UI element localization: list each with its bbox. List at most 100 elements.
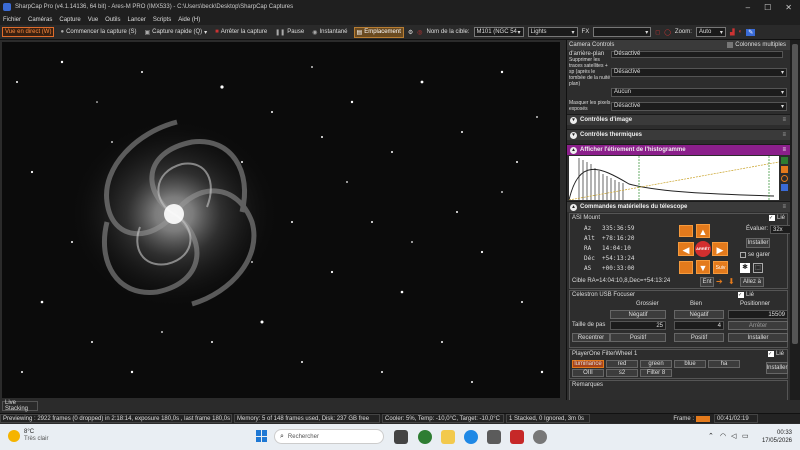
- menu-scripts[interactable]: Scripts: [153, 17, 171, 23]
- mask-select[interactable]: Désactivé ▾: [611, 101, 787, 111]
- pin-icon[interactable]: ✎: [746, 28, 756, 36]
- zoom-select[interactable]: Auto ▾: [695, 27, 726, 37]
- remarks-box[interactable]: Remarques: [569, 380, 788, 400]
- circle-icon[interactable]: ◯: [664, 29, 671, 36]
- stop-capture-button[interactable]: ■ Arrêter la capture: [213, 28, 269, 36]
- target-center-icon[interactable]: [679, 261, 693, 274]
- xbox-icon[interactable]: [418, 430, 432, 444]
- image-controls-header[interactable]: ▾ Contrôles d'image ≡: [567, 114, 790, 125]
- hamburger-icon[interactable]: ≡: [782, 204, 786, 210]
- snapshot-button[interactable]: ◉ Instantané: [310, 28, 349, 37]
- south-button[interactable]: ▼: [696, 260, 710, 274]
- scrollbar-thumb[interactable]: [792, 44, 798, 344]
- menu-view[interactable]: Vue: [88, 17, 98, 23]
- live-stacking-tab[interactable]: Live Stacking: [2, 400, 38, 412]
- start-capture-button[interactable]: ● Commencer la capture (S): [58, 28, 138, 36]
- filter-s2-button[interactable]: s2: [606, 369, 638, 377]
- placement-button[interactable]: ▤ Emplacement: [353, 26, 404, 38]
- clock[interactable]: 00:33 17/05/2026: [752, 429, 792, 445]
- telescope-header[interactable]: ▴ Commandes matérielles du télescope ≡: [567, 201, 790, 212]
- filter-8-button[interactable]: Filter 8: [640, 369, 672, 377]
- hamburger-icon[interactable]: ≡: [782, 147, 786, 153]
- task-view-icon[interactable]: [394, 430, 408, 444]
- mount-install-button[interactable]: Installer: [746, 238, 770, 248]
- menu-capture[interactable]: Capture: [59, 17, 80, 23]
- frame-type-select[interactable]: Lights ▾: [527, 27, 578, 37]
- arrow-right-icon[interactable]: ➔: [716, 277, 723, 286]
- app-icon-red[interactable]: [510, 430, 524, 444]
- spiral-icon[interactable]: [679, 225, 693, 237]
- menu-cameras[interactable]: Caméras: [28, 17, 52, 23]
- park-checkbox[interactable]: se garer: [740, 252, 770, 258]
- sync-icon[interactable]: ⬚: [753, 263, 763, 273]
- fine-negative-button[interactable]: Négatif: [674, 310, 724, 319]
- settings-icon[interactable]: ⚙: [408, 29, 413, 36]
- east-button[interactable]: ▶: [712, 242, 728, 256]
- satellite-select[interactable]: Désactivé ▾: [611, 67, 787, 77]
- filter-red-button[interactable]: red: [606, 360, 638, 368]
- goto-button[interactable]: Allez à: [740, 277, 764, 287]
- reset-icon[interactable]: [781, 157, 788, 164]
- histogram-header[interactable]: ▴ Afficher l'étirement de l'histogramme ≡: [567, 144, 790, 155]
- arrow-down-icon[interactable]: ⬇: [728, 277, 735, 286]
- color-icon[interactable]: ◐: [739, 29, 743, 35]
- reticle-icon[interactable]: ◻: [655, 29, 660, 36]
- fine-positive-button[interactable]: Positif: [674, 333, 724, 342]
- file-explorer-icon[interactable]: [441, 430, 455, 444]
- focuser-linked-checkbox[interactable]: ✓ Lié: [738, 292, 754, 298]
- enter-button[interactable]: Ent: [700, 277, 714, 287]
- star-icon[interactable]: ✱: [740, 263, 750, 273]
- coarse-step-input[interactable]: 25: [610, 321, 666, 330]
- volume-icon[interactable]: ◁: [731, 432, 736, 440]
- minimize-button[interactable]: –: [746, 3, 750, 12]
- fine-step-input[interactable]: 4: [674, 321, 724, 330]
- filter-oiii-button[interactable]: OIII: [572, 369, 604, 377]
- maximize-button[interactable]: ☐: [764, 3, 771, 12]
- follow-button[interactable]: Suiv: [713, 261, 728, 274]
- fx-select[interactable]: ▾: [593, 27, 652, 37]
- histogram-area[interactable]: [567, 155, 790, 201]
- close-button[interactable]: ✕: [785, 3, 792, 12]
- speed-select[interactable]: 32x: [770, 225, 790, 234]
- filter-green-button[interactable]: green: [640, 360, 672, 368]
- target-name-input[interactable]: M101 (NGC 54 ▾: [473, 27, 524, 37]
- menu-file[interactable]: Fichier: [3, 17, 21, 23]
- multi-columns-toggle[interactable]: Colonnes multiples: [727, 42, 786, 48]
- filter-luminance-button[interactable]: luminance: [572, 360, 604, 368]
- menu-help[interactable]: Aide (H): [178, 17, 200, 23]
- cycle-icon[interactable]: [781, 175, 788, 182]
- live-view-button[interactable]: Vue en direct (W): [2, 27, 55, 37]
- filter-install-button[interactable]: Installer: [766, 362, 788, 374]
- stop-focuser-button[interactable]: Arrêter: [728, 321, 788, 330]
- filter-linked-checkbox[interactable]: ✓ Lié: [768, 351, 784, 357]
- menu-launch[interactable]: Lancer: [128, 17, 146, 23]
- position-input[interactable]: 15509: [728, 310, 788, 319]
- pause-button[interactable]: ❚❚ Pause: [273, 28, 306, 37]
- filter-blue-button[interactable]: blue: [674, 360, 706, 368]
- save-icon[interactable]: [781, 184, 788, 191]
- focuser-install-button[interactable]: Installer: [728, 333, 788, 342]
- background-select[interactable]: Désactivé: [611, 50, 783, 58]
- hamburger-icon[interactable]: ≡: [782, 132, 786, 138]
- panel-scrollbar[interactable]: [790, 40, 800, 400]
- north-button[interactable]: ▲: [696, 224, 710, 238]
- battery-icon[interactable]: ▭: [742, 432, 749, 440]
- histogram-icon[interactable]: ▟: [730, 29, 735, 36]
- auto-stretch-icon[interactable]: [781, 166, 788, 173]
- start-button[interactable]: [256, 430, 268, 442]
- option-select[interactable]: Aucun ▾: [611, 87, 787, 97]
- edge-icon[interactable]: [464, 430, 478, 444]
- thermal-controls-header[interactable]: ▾ Contrôles thermiques ≡: [567, 129, 790, 140]
- recenter-button[interactable]: Recentrer: [572, 333, 610, 342]
- sharpcap-icon[interactable]: [533, 430, 547, 444]
- stop-mount-button[interactable]: ARRÊT: [695, 241, 711, 257]
- store-icon[interactable]: [487, 430, 501, 444]
- wifi-icon[interactable]: ◠: [720, 432, 726, 440]
- taskbar-search[interactable]: ⌕ Rechercher: [274, 429, 384, 444]
- tray-chevron-icon[interactable]: ⌃: [708, 432, 714, 440]
- coarse-negative-button[interactable]: Négatif: [610, 310, 666, 319]
- filter-ha-button[interactable]: ha: [708, 360, 740, 368]
- mount-linked-checkbox[interactable]: ✓ Lié: [768, 215, 785, 221]
- image-viewport[interactable]: [2, 42, 560, 398]
- menu-tools[interactable]: Outils: [105, 17, 120, 23]
